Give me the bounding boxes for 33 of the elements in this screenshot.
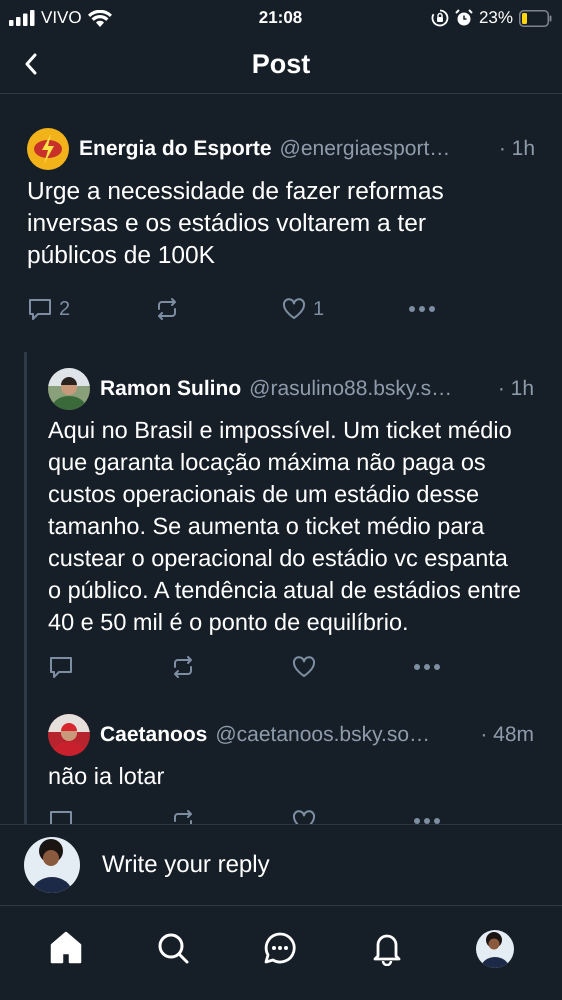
post-time: · 1h: [498, 377, 534, 401]
battery-percent: 23%: [478, 8, 513, 28]
clock-time: 21:08: [258, 8, 302, 28]
signal-icon: [9, 10, 35, 26]
author-name[interactable]: Energia do Esporte: [79, 137, 272, 161]
post-text: não ia lotar: [48, 762, 166, 791]
reply-field[interactable]: Write your reply: [100, 850, 404, 880]
logo-icon[interactable]: [27, 128, 69, 170]
page-title: Post: [252, 49, 310, 80]
author-handle[interactable]: @energiaesport…: [280, 137, 450, 161]
alarm-icon: [454, 9, 473, 27]
back-icon[interactable]: [24, 53, 38, 75]
heart-icon: [281, 296, 307, 322]
heart-icon: [291, 654, 317, 680]
comment-icon: [48, 654, 74, 680]
more-icon: [412, 817, 440, 824]
post-time: · 1h: [498, 137, 535, 161]
like-button[interactable]: 1: [281, 296, 408, 322]
post-time: · 48m: [480, 723, 534, 747]
author-handle[interactable]: @caetanoos.bsky.so…: [215, 723, 430, 747]
author-handle[interactable]: @rasulino88.bsky.s…: [249, 377, 452, 401]
battery-icon: [518, 10, 552, 26]
comment-icon: [27, 296, 53, 322]
carrier-name: VIVO: [41, 8, 82, 28]
more-icon: [408, 305, 436, 313]
post-text: Aqui no Brasil e impossível. Um ticket médio que garanta locação máxima não paga os custos operacionais de um estádio desse tamanho. Se aumenta o ticket médio para custear o operacional do estádio vc espanta o público. A tendência atual de estádios entre 40 e 50 mil é o ponto de equilíbrio.: [48, 416, 522, 637]
post-text: Urge a necessidade de fazer reformas inversas e os estádios voltarem a ter públicos de 100K: [27, 177, 445, 271]
rotation-lock-icon: [430, 9, 449, 27]
author-name[interactable]: Caetanoos: [100, 723, 208, 747]
more-icon: [412, 663, 440, 671]
author-name[interactable]: Ramon Sulino: [100, 377, 242, 401]
reply-button[interactable]: 2: [27, 296, 154, 322]
wifi-icon: [88, 10, 112, 26]
